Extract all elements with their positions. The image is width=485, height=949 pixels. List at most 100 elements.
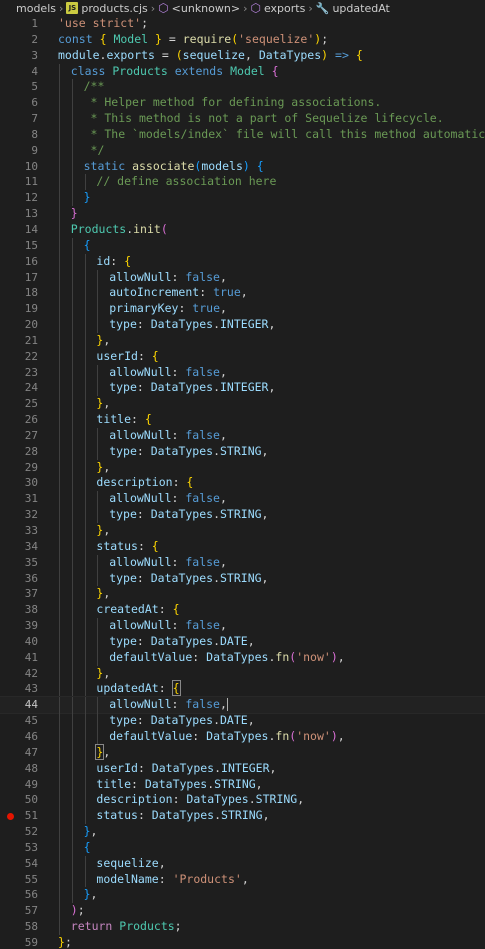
breadcrumb-scope-exports[interactable]: ⬡ exports <box>250 1 305 15</box>
code-line[interactable]: 56}, <box>0 887 485 904</box>
code-line[interactable]: 43 updatedAt: { <box>0 680 485 698</box>
breadcrumb-scope-unknown[interactable]: ⬡ <unknown> <box>158 1 240 15</box>
code-line[interactable]: 25}, <box>0 396 485 413</box>
code-line[interactable]: 5 /** <box>0 79 485 96</box>
indent-guide <box>59 776 60 793</box>
breadcrumb-folder[interactable]: models <box>16 2 56 15</box>
code-line[interactable]: 47}, <box>0 743 485 761</box>
code-line[interactable]: 11 // define association here <box>0 174 485 191</box>
code-text: * The `models/index` file will call this… <box>84 127 485 143</box>
code-token: userId <box>96 348 138 363</box>
breadcrumb-file[interactable]: JS products.cjs <box>66 2 148 15</box>
code-line[interactable]: 50 description: DataTypes.STRING, <box>0 792 485 809</box>
code-line[interactable]: 48 userId: DataTypes.INTEGER, <box>0 760 485 777</box>
indent-guide <box>59 317 60 333</box>
code-line[interactable]: 20 type: DataTypes.INTEGER, <box>0 317 485 333</box>
code-text: defaultValue: DataTypes.fn('now'), <box>109 729 345 745</box>
code-token: { <box>271 63 279 78</box>
code-line[interactable]: 36 type: DataTypes.STRING, <box>0 570 485 587</box>
code-line[interactable]: 19 primaryKey: true, <box>0 301 485 318</box>
code-line[interactable]: 42}, <box>0 665 485 682</box>
code-line[interactable]: 38 createdAt: { <box>0 602 485 619</box>
code-token: , <box>90 824 98 839</box>
code-line[interactable]: 15 { <box>0 237 485 254</box>
code-token: . <box>213 380 220 395</box>
code-line[interactable]: 21}, <box>0 332 485 349</box>
code-line[interactable]: 31 allowNull: false, <box>0 491 485 508</box>
code-line[interactable]: 55 modelName: 'Products', <box>0 871 485 888</box>
code-line[interactable]: 7 * This method is not a part of Sequeli… <box>0 111 485 127</box>
code-line[interactable]: 3 module.exports = (sequelize, DataTypes)… <box>0 48 485 64</box>
indent-guide <box>84 602 86 619</box>
code-token: , <box>219 554 227 569</box>
line-number: 55 <box>24 872 38 886</box>
code-line[interactable]: 44 allowNull: false, <box>0 696 485 715</box>
code-line[interactable]: 33}, <box>0 523 485 539</box>
code-line[interactable]: 17 allowNull: false, <box>0 269 485 286</box>
code-line[interactable]: 23 allowNull: false, <box>0 364 485 381</box>
indent-guide <box>71 237 73 254</box>
code-line[interactable]: 4 class Products extends Model { <box>0 63 485 80</box>
code-line[interactable]: 1 'use strict'; <box>0 16 485 32</box>
code-line[interactable]: 27 allowNull: false, <box>0 427 485 444</box>
code-line[interactable]: 37}, <box>0 586 485 603</box>
code-token: . <box>248 792 256 807</box>
code-text: { <box>84 238 91 254</box>
code-token: DataTypes <box>150 633 214 648</box>
code-line[interactable]: 35 allowNull: false, <box>0 554 485 571</box>
line-number: 13 <box>24 207 38 221</box>
code-line[interactable]: 45 type: DataTypes.DATE, <box>0 713 485 729</box>
code-token: , <box>103 586 111 601</box>
code-token: , <box>337 649 345 664</box>
code-text: type: DataTypes.INTEGER, <box>109 380 275 396</box>
code-token: allowNull <box>109 697 172 712</box>
code-line[interactable]: 28 type: DataTypes.STRING, <box>0 443 485 460</box>
line-number: 17 <box>24 270 38 284</box>
code-line[interactable]: 2 const { Model } = require('sequelize'); <box>0 32 485 48</box>
code-text: status: { <box>96 539 158 555</box>
code-text: // define association here <box>96 174 276 190</box>
code-line[interactable]: 10 static associate(models) { <box>0 158 485 175</box>
code-line[interactable]: 57); <box>0 903 485 920</box>
code-line[interactable]: 58 return Products; <box>0 919 485 935</box>
code-line[interactable]: 32 type: DataTypes.STRING, <box>0 507 485 523</box>
code-line[interactable]: 51 status: DataTypes.STRING, <box>0 808 485 825</box>
code-line[interactable]: 40 type: DataTypes.DATE, <box>0 633 485 650</box>
code-line[interactable]: 8 * The `models/index` file will call th… <box>0 126 485 143</box>
indent-guide <box>71 412 73 428</box>
code-line[interactable]: 34 status: { <box>0 538 485 555</box>
code-line[interactable]: 13} <box>0 206 485 222</box>
code-editor[interactable]: 1 'use strict'; 2 const { Model } = require… <box>0 16 485 949</box>
code-line[interactable]: 18 autoIncrement: true, <box>0 285 485 302</box>
code-line[interactable]: 24 type: DataTypes.INTEGER, <box>0 380 485 397</box>
code-line[interactable]: 54 sequelize, <box>0 855 485 872</box>
code-line[interactable]: 22 userId: { <box>0 348 485 365</box>
code-line[interactable]: 16 id: { <box>0 253 485 270</box>
breadcrumb-scope-updatedat[interactable]: 🔧 updatedAt <box>316 2 390 15</box>
code-line[interactable]: 29}, <box>0 459 485 476</box>
code-token: extends <box>174 63 224 78</box>
code-line[interactable]: 49 title: DataTypes.STRING, <box>0 776 485 793</box>
code-line[interactable]: 26 title: { <box>0 412 485 428</box>
code-token: , <box>103 665 111 680</box>
code-line[interactable]: 39 allowNull: false, <box>0 618 485 634</box>
code-line[interactable]: 53 { <box>0 839 485 856</box>
code-line[interactable]: 52}, <box>0 824 485 840</box>
code-line[interactable]: 41 defaultValue: DataTypes.fn('now'), <box>0 649 485 666</box>
code-line[interactable]: 12} <box>0 190 485 207</box>
code-token: { <box>144 412 152 427</box>
code-token: , <box>103 332 111 347</box>
code-line[interactable]: 59}; <box>0 935 485 949</box>
code-token: : <box>178 301 193 316</box>
code-line[interactable]: 6 * Helper method for defining associati… <box>0 95 485 112</box>
code-token: : <box>131 776 145 791</box>
indent-guide <box>59 301 60 318</box>
indent-guide <box>97 380 99 397</box>
code-line[interactable]: 14 Products.init( <box>0 221 485 238</box>
line-number: 11 <box>24 175 38 189</box>
code-token: DataTypes <box>206 649 269 664</box>
code-line[interactable]: 30 description: { <box>0 475 485 492</box>
code-line[interactable]: 9 */ <box>0 142 485 159</box>
code-line[interactable]: 46 defaultValue: DataTypes.fn('now'), <box>0 728 485 745</box>
